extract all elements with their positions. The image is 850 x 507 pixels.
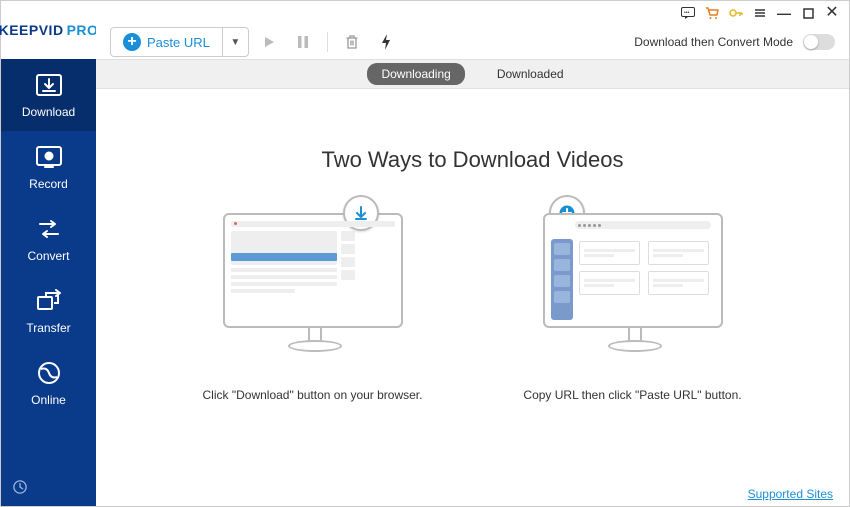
tab-downloading[interactable]: Downloading xyxy=(367,63,464,85)
mode-label: Download then Convert Mode xyxy=(634,35,793,49)
headline: Two Ways to Download Videos xyxy=(321,147,623,173)
sidebar-item-convert[interactable]: Convert xyxy=(1,203,96,275)
tab-downloaded[interactable]: Downloaded xyxy=(483,63,578,85)
close-icon[interactable]: ✕ xyxy=(825,6,839,20)
monitor-illustration xyxy=(223,213,403,328)
maximize-icon[interactable] xyxy=(801,6,815,20)
separator xyxy=(327,32,328,52)
message-icon[interactable]: ••• xyxy=(681,6,695,20)
key-icon[interactable] xyxy=(729,6,743,20)
sidebar-item-online[interactable]: Online xyxy=(1,347,96,419)
way-browser: Click "Download" button on your browser. xyxy=(203,213,423,404)
app-logo: KEEPVID PRO xyxy=(1,1,96,59)
convert-icon xyxy=(35,215,63,243)
sidebar-item-download[interactable]: Download xyxy=(1,59,96,131)
paste-url-button[interactable]: + Paste URL xyxy=(111,28,222,56)
logo-brand: KEEPVID xyxy=(0,22,64,38)
transfer-icon xyxy=(35,287,63,315)
download-icon xyxy=(35,71,63,99)
menu-icon[interactable] xyxy=(753,6,767,20)
sidebar-item-label: Download xyxy=(22,105,75,119)
footer: Supported Sites xyxy=(96,482,849,506)
way1-text: Click "Download" button on your browser. xyxy=(203,386,423,404)
way-paste: Copy URL then click "Paste URL" button. xyxy=(523,213,743,404)
convert-mode-toggle[interactable] xyxy=(803,34,835,50)
way2-text: Copy URL then click "Paste URL" button. xyxy=(523,386,741,404)
sidebar-item-label: Record xyxy=(29,177,68,191)
sidebar-item-label: Online xyxy=(31,393,66,407)
content: Two Ways to Download Videos xyxy=(96,89,849,482)
monitor-illustration xyxy=(543,213,723,328)
toolbar: + Paste URL ▼ Download then Convert Mode xyxy=(96,25,849,59)
paste-url-button-group: + Paste URL ▼ xyxy=(110,27,249,57)
sidebar-item-record[interactable]: Record xyxy=(1,131,96,203)
sidebar-item-label: Convert xyxy=(27,249,69,263)
plus-icon: + xyxy=(123,33,141,51)
paste-url-dropdown[interactable]: ▼ xyxy=(222,28,248,56)
main-area: ••• — ✕ + xyxy=(96,1,849,506)
pause-button[interactable] xyxy=(289,28,317,56)
online-icon xyxy=(35,359,63,387)
tabbar: Downloading Downloaded xyxy=(96,59,849,89)
minimize-icon[interactable]: — xyxy=(777,6,791,20)
sidebar-item-transfer[interactable]: Transfer xyxy=(1,275,96,347)
logo-suffix: PRO xyxy=(67,22,99,38)
titlebar: ••• — ✕ xyxy=(96,1,849,25)
sidebar: KEEPVID PRO Download Record Convert xyxy=(1,1,96,506)
sidebar-footer xyxy=(1,468,96,506)
history-icon[interactable] xyxy=(13,480,27,494)
flash-button[interactable] xyxy=(372,28,400,56)
record-icon xyxy=(35,143,63,171)
svg-text:•••: ••• xyxy=(684,10,690,16)
cart-icon[interactable] xyxy=(705,6,719,20)
sidebar-item-label: Transfer xyxy=(26,321,70,335)
supported-sites-link[interactable]: Supported Sites xyxy=(748,487,833,501)
paste-url-label: Paste URL xyxy=(147,35,210,50)
play-button[interactable] xyxy=(255,28,283,56)
trash-button[interactable] xyxy=(338,28,366,56)
